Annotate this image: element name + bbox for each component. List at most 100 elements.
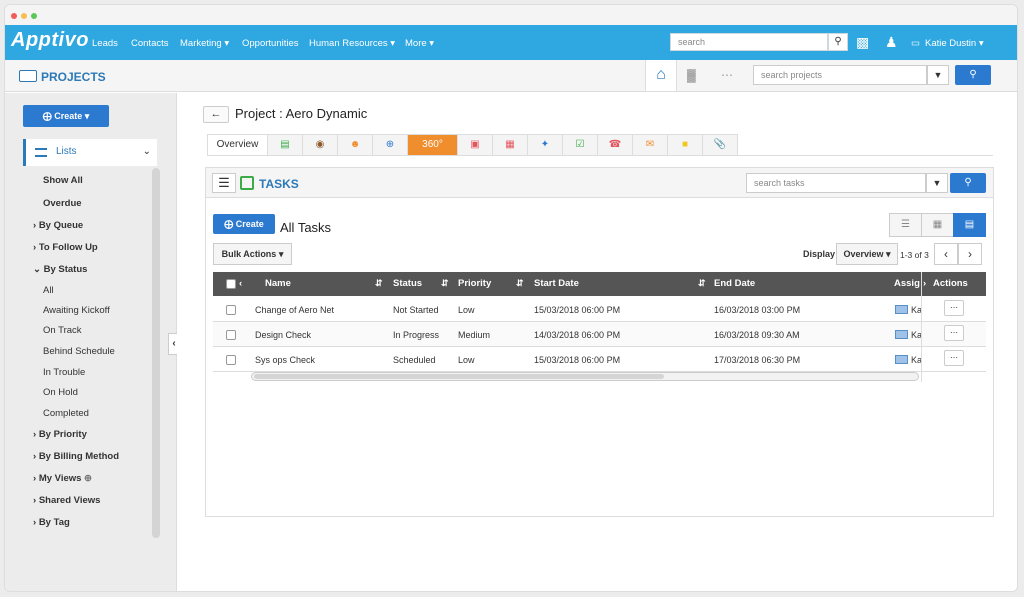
tab-pin[interactable]: ✦ <box>527 134 562 156</box>
maximize-dot[interactable] <box>31 13 37 19</box>
col-end-date[interactable]: End Date <box>714 278 755 289</box>
more-icon[interactable]: ⋯ <box>721 68 733 82</box>
task-search-button[interactable]: ⚲ <box>950 173 986 193</box>
tab-calendar[interactable]: ▣ <box>457 134 492 156</box>
sidebar-item-all[interactable]: All <box>43 285 54 296</box>
tasks-icon <box>240 176 254 190</box>
next-page-button[interactable]: › <box>958 243 982 265</box>
tab-notes[interactable]: ▤ <box>267 134 302 156</box>
chevron-down-icon[interactable]: ▼ <box>927 65 949 85</box>
table-row[interactable]: Design Check In Progress Medium 14/03/20… <box>213 322 986 347</box>
minimize-dot[interactable] <box>21 13 27 19</box>
sidebar-item-by-tag[interactable]: › By Tag <box>33 517 70 528</box>
schedule-icon: ▦ <box>505 139 515 150</box>
tab-money[interactable]: ◉ <box>302 134 337 156</box>
sidebar-item-awaiting-kickoff[interactable]: Awaiting Kickoff <box>43 305 110 316</box>
nav-human-resources[interactable]: Human Resources ▾ <box>309 38 395 49</box>
sidebar-item-by-billing-method[interactable]: › By Billing Method <box>33 451 119 462</box>
tab-schedule[interactable]: ▦ <box>492 134 527 156</box>
task-name[interactable]: Design Check <box>255 330 311 340</box>
sidebar-item-show-all[interactable]: Show All <box>43 175 83 186</box>
menu-icon[interactable]: ☰ <box>212 173 236 193</box>
sidebar-item-on-hold[interactable]: On Hold <box>43 387 78 398</box>
nav-leads[interactable]: Leads <box>92 38 118 49</box>
tab-360[interactable]: 360° <box>407 134 457 156</box>
task-search-input[interactable]: search tasks <box>746 173 926 193</box>
chevron-right-icon[interactable]: › <box>923 278 926 289</box>
table-row[interactable]: Sys ops Check Scheduled Low 15/03/2018 0… <box>213 347 986 372</box>
table-horizontal-scrollbar[interactable] <box>251 372 919 381</box>
tab-team[interactable]: ☻ <box>337 134 372 156</box>
sidebar-item-overdue[interactable]: Overdue <box>43 198 82 209</box>
sidebar-item-in-trouble[interactable]: In Trouble <box>43 367 85 378</box>
create-button[interactable]: ⨁ Create ▾ <box>23 105 109 127</box>
row-checkbox[interactable] <box>226 305 236 315</box>
select-all-checkbox[interactable] <box>226 279 236 289</box>
row-checkbox[interactable] <box>226 355 236 365</box>
nav-contacts[interactable]: Contacts <box>131 38 169 49</box>
tab-notes-sticky[interactable]: ■ <box>667 134 702 156</box>
prev-page-button[interactable]: ‹ <box>934 243 958 265</box>
sort-icon[interactable]: ⇵ <box>516 278 524 289</box>
sidebar-item-my-views[interactable]: › My Views ⊕ <box>33 473 92 484</box>
sidebar-item-to-follow-up[interactable]: › To Follow Up <box>33 242 98 253</box>
close-dot[interactable] <box>11 13 17 19</box>
tab-tasks[interactable]: ☑ <box>562 134 597 156</box>
tab-calls[interactable]: ☎ <box>597 134 632 156</box>
home-icon[interactable]: ⌂ <box>645 60 677 91</box>
col-name[interactable]: Name <box>265 278 291 289</box>
sidebar-item-by-queue[interactable]: › By Queue <box>33 220 83 231</box>
nav-marketing[interactable]: Marketing ▾ <box>180 38 229 49</box>
add-view-icon[interactable]: ⊕ <box>81 473 92 484</box>
row-actions-button[interactable]: ⋯ <box>944 325 964 341</box>
table-row[interactable]: Change of Aero Net Not Started Low 15/03… <box>213 297 986 322</box>
frozen-column-divider <box>921 272 922 382</box>
reports-icon[interactable]: ▓ <box>687 68 696 82</box>
app-logo[interactable]: Apptivo <box>11 29 89 52</box>
bulk-actions-button[interactable]: Bulk Actions ▾ <box>213 243 292 265</box>
col-priority[interactable]: Priority <box>458 278 491 289</box>
sidebar-item-by-status[interactable]: ⌄ By Status <box>33 264 87 275</box>
sort-icon[interactable]: ⇵ <box>375 278 383 289</box>
nav-opportunities[interactable]: Opportunities <box>242 38 299 49</box>
list-view-icon[interactable]: ☰ <box>889 213 922 237</box>
collapse-columns-icon[interactable]: ‹ <box>239 278 242 289</box>
lists-dropdown[interactable]: Lists ⌄ <box>23 139 157 166</box>
sidebar-item-completed[interactable]: Completed <box>43 408 89 419</box>
back-button[interactable]: ← <box>203 106 229 123</box>
user-menu[interactable]: ▭ Katie Dustin ▾ <box>911 38 984 49</box>
sidebar-item-behind-schedule[interactable]: Behind Schedule <box>43 346 115 357</box>
project-search-button[interactable]: ⚲ <box>955 65 991 85</box>
row-actions-button[interactable]: ⋯ <box>944 350 964 366</box>
task-name[interactable]: Sys ops Check <box>255 355 315 365</box>
search-icon[interactable]: ⚲ <box>828 33 848 51</box>
calendar-view-icon[interactable]: ▦ <box>921 213 954 237</box>
col-start-date[interactable]: Start Date <box>534 278 579 289</box>
user-add-icon[interactable]: ♟ <box>885 34 898 51</box>
col-status[interactable]: Status <box>393 278 422 289</box>
sort-icon[interactable]: ⇵ <box>698 278 706 289</box>
app-launcher-icon[interactable]: ▩ <box>856 34 869 51</box>
sidebar-item-on-track[interactable]: On Track <box>43 325 82 336</box>
tab-overview[interactable]: Overview <box>207 134 267 156</box>
table-view-icon[interactable]: ▤ <box>953 213 986 237</box>
col-assignee[interactable]: Assig <box>894 278 920 289</box>
tab-attachments[interactable]: 📎 <box>702 134 738 156</box>
scrollbar-thumb[interactable] <box>254 374 664 379</box>
sidebar-item-shared-views[interactable]: › Shared Views <box>33 495 100 506</box>
sidebar-scrollbar[interactable] <box>152 168 160 538</box>
sort-icon[interactable]: ⇵ <box>441 278 449 289</box>
task-name[interactable]: Change of Aero Net <box>255 305 334 315</box>
chevron-down-icon[interactable]: ▼ <box>926 173 948 193</box>
global-search-input[interactable]: search <box>670 33 828 51</box>
create-task-button[interactable]: ⨁ Create <box>213 214 275 234</box>
sidebar-item-by-priority[interactable]: › By Priority <box>33 429 87 440</box>
row-actions-button[interactable]: ⋯ <box>944 300 964 316</box>
tasks-icon: ☑ <box>575 139 585 150</box>
row-checkbox[interactable] <box>226 330 236 340</box>
tab-email[interactable]: ✉ <box>632 134 667 156</box>
display-select[interactable]: Overview ▾ <box>836 243 898 265</box>
project-search-input[interactable]: search projects <box>753 65 927 85</box>
nav-more[interactable]: More ▾ <box>405 38 434 49</box>
tab-globe[interactable]: ⊕ <box>372 134 407 156</box>
